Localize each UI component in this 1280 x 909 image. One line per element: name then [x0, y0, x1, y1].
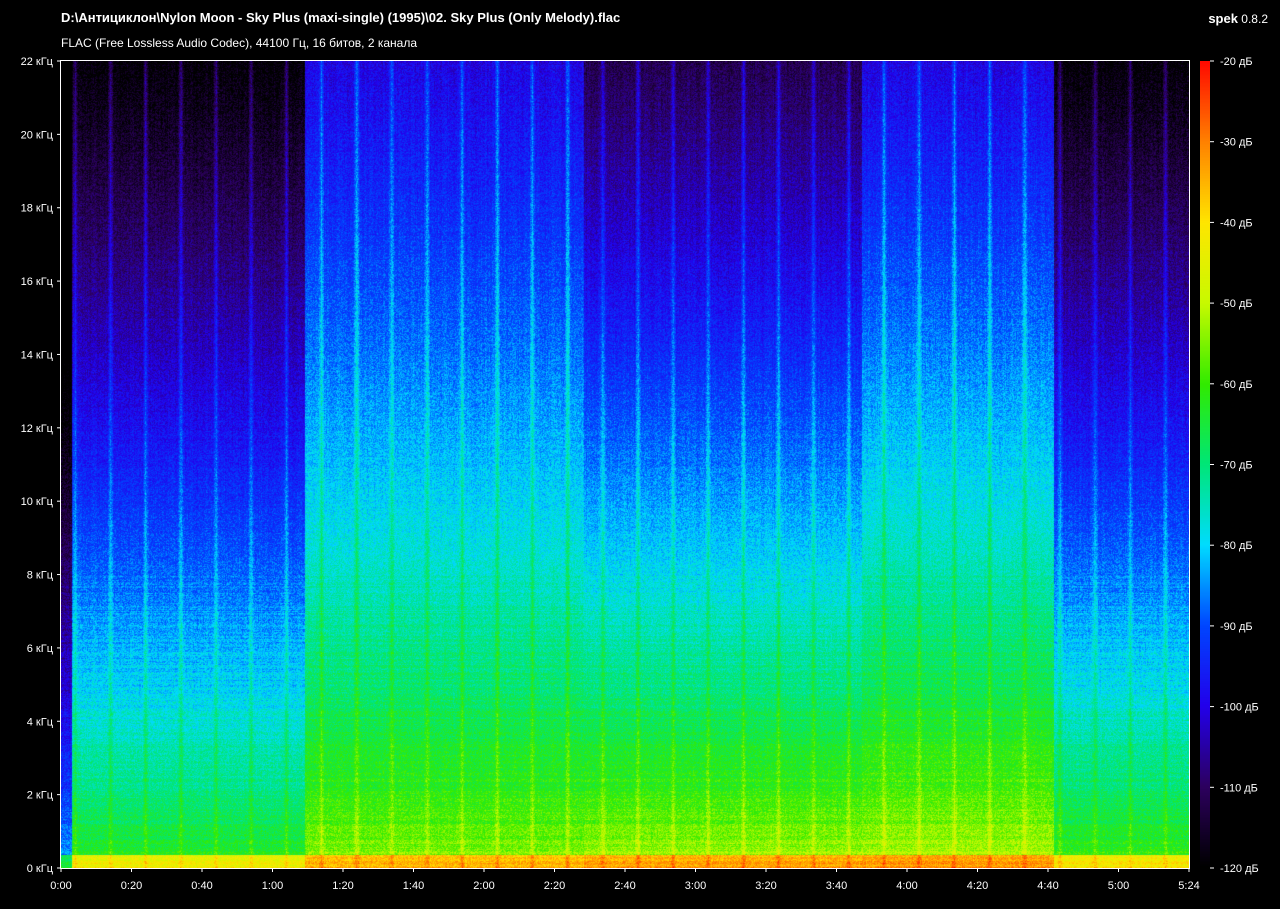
x-tick-label: 5:24	[1178, 880, 1199, 892]
color-tick-label: -70 дБ	[1220, 460, 1253, 472]
chart-axes: 0:00 0:20 0:40 1:00 1:20 1:40 2:00 2:20 2:40 3:00…	[21, 56, 1259, 892]
y-tick-label: 4 кГц	[27, 716, 54, 728]
y-tick-label: 18 кГц	[21, 203, 54, 215]
x-tick-label: 4:00	[896, 880, 917, 892]
x-tick-label: 4:40	[1037, 880, 1058, 892]
y-tick-label: 8 кГц	[27, 570, 54, 582]
x-tick-label: 1:20	[332, 880, 353, 892]
color-tick-label: -80 дБ	[1220, 540, 1253, 552]
x-tick-label: 0:20	[121, 880, 142, 892]
x-tick-label: 5:00	[1108, 880, 1129, 892]
plot-frame	[60, 60, 1190, 869]
color-tick-label: -60 дБ	[1220, 379, 1253, 391]
y-tick-label: 20 кГц	[21, 129, 54, 141]
color-tick-label: -20 дБ	[1220, 56, 1253, 68]
y-tick-label: 0 кГц	[27, 863, 54, 875]
color-tick-label: -90 дБ	[1220, 621, 1253, 633]
color-tick-label: -120 дБ	[1220, 863, 1259, 875]
x-tick-label: 4:20	[967, 880, 988, 892]
y-tick-label: 6 кГц	[27, 643, 54, 655]
y-tick-label: 22 кГц	[21, 56, 54, 68]
x-tick-label: 0:40	[191, 880, 212, 892]
x-tick-label: 3:40	[826, 880, 847, 892]
color-tick-label: -30 дБ	[1220, 137, 1253, 149]
color-tick-label: -100 дБ	[1220, 702, 1259, 714]
color-tick-label: -50 дБ	[1220, 298, 1253, 310]
y-tick-label: 10 кГц	[21, 496, 54, 508]
x-tick-label: 1:00	[262, 880, 283, 892]
x-tick-label: 2:40	[614, 880, 635, 892]
y-tick-label: 14 кГц	[21, 349, 54, 361]
x-tick-label: 2:20	[544, 880, 565, 892]
x-tick-label: 2:00	[473, 880, 494, 892]
y-tick-label: 16 кГц	[21, 276, 54, 288]
y-tick-label: 12 кГц	[21, 423, 54, 435]
x-tick-label: 1:40	[403, 880, 424, 892]
color-tick-label: -40 дБ	[1220, 217, 1253, 229]
x-tick-label: 0:00	[50, 880, 71, 892]
y-tick-label: 2 кГц	[27, 790, 54, 802]
x-tick-label: 3:20	[755, 880, 776, 892]
x-tick-label: 3:00	[685, 880, 706, 892]
color-tick-label: -110 дБ	[1220, 782, 1258, 794]
